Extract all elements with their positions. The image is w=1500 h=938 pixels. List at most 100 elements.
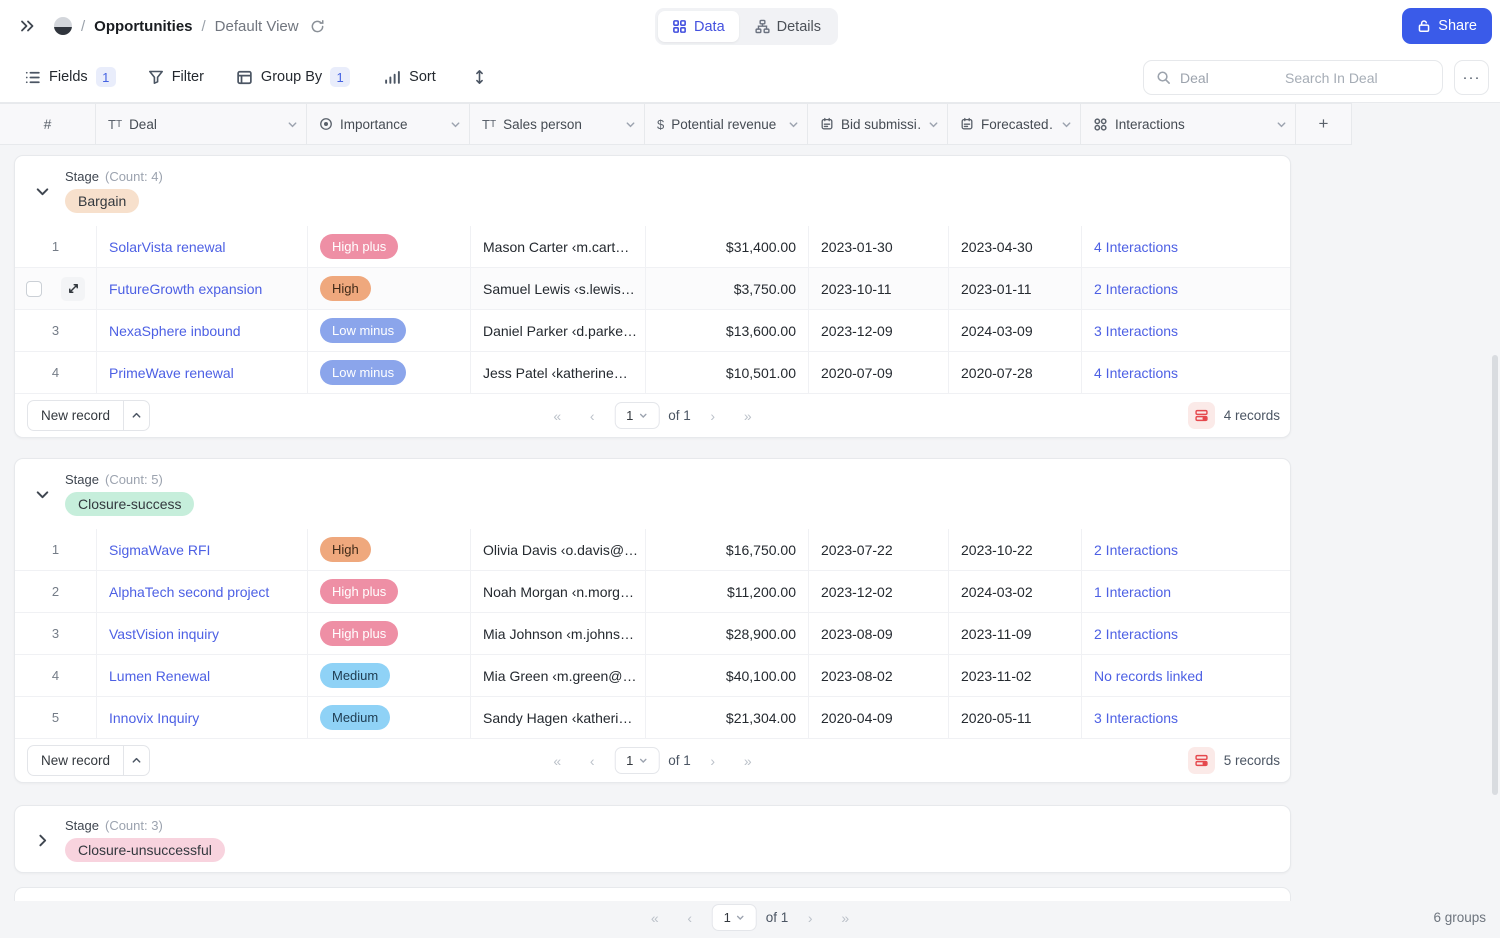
interactions-link[interactable]: 2 Interactions xyxy=(1094,281,1178,297)
share-button[interactable]: Share xyxy=(1402,8,1492,44)
interactions-link[interactable]: 1 Interaction xyxy=(1094,584,1171,600)
column-header-importance[interactable]: Importance xyxy=(307,104,470,144)
interactions-link[interactable]: No records linked xyxy=(1094,668,1203,684)
deal-link[interactable]: FutureGrowth expansion xyxy=(109,281,262,297)
breadcrumb-table[interactable]: Opportunities xyxy=(94,18,192,35)
column-header-sales-person[interactable]: TT Sales person xyxy=(470,104,645,144)
importance-badge: High plus xyxy=(320,621,398,646)
pagination-prev-button[interactable]: ‹ xyxy=(579,403,605,429)
deal-link[interactable]: SolarVista renewal xyxy=(109,239,225,255)
column-header-potential-revenue[interactable]: $ Potential revenue xyxy=(645,104,808,144)
row-height-button[interactable] xyxy=(472,69,487,85)
table-row[interactable]: 4 Lumen Renewal Medium Mia Green ‹m.gree… xyxy=(15,655,1290,697)
collapse-group-icon[interactable] xyxy=(35,487,57,502)
new-record-options-button[interactable] xyxy=(123,401,149,430)
refresh-icon[interactable] xyxy=(310,19,325,34)
expand-group-icon[interactable] xyxy=(35,833,57,848)
deal-link[interactable]: Lumen Renewal xyxy=(109,668,210,684)
row-number-header: # xyxy=(0,104,96,144)
column-header-forecasted[interactable]: Forecasted… xyxy=(948,104,1081,144)
table-row[interactable]: 4 PrimeWave renewal Low minus Jess Patel… xyxy=(15,352,1290,394)
tab-data-label: Data xyxy=(694,19,725,35)
page-select[interactable]: 1 xyxy=(614,747,659,774)
table-row[interactable]: 3 VastVision inquiry High plus Mia Johns… xyxy=(15,613,1290,655)
table-row-hovered[interactable]: FutureGrowth expansion High Samuel Lewis… xyxy=(15,268,1290,310)
vertical-scrollbar[interactable] xyxy=(1492,355,1498,795)
chevron-down-icon[interactable] xyxy=(625,119,636,130)
chevron-down-icon[interactable] xyxy=(287,119,298,130)
deal-link[interactable]: AlphaTech second project xyxy=(109,584,269,600)
sales-person-cell: Olivia Davis ‹o.davis@… xyxy=(471,529,646,570)
group-header[interactable]: Stage(Count: 3) Closure-unsuccessful xyxy=(15,806,1290,873)
new-record-button[interactable]: New record xyxy=(28,746,123,775)
table-row[interactable]: 3 NexaSphere inbound Low minus Daniel Pa… xyxy=(15,310,1290,352)
interactions-link[interactable]: 2 Interactions xyxy=(1094,542,1178,558)
pagination-next-button[interactable]: › xyxy=(700,403,726,429)
chevron-down-icon[interactable] xyxy=(788,119,799,130)
interactions-link[interactable]: 2 Interactions xyxy=(1094,626,1178,642)
fields-button[interactable]: Fields 1 xyxy=(24,67,116,87)
new-record-options-button[interactable] xyxy=(123,746,149,775)
chevron-down-icon[interactable] xyxy=(1061,119,1072,130)
search-input[interactable] xyxy=(1285,70,1466,86)
records-icon[interactable] xyxy=(1188,402,1215,429)
tab-data[interactable]: Data xyxy=(658,11,739,42)
potential-revenue-cell: $16,750.00 xyxy=(646,529,809,570)
column-header-interactions[interactable]: Interactions xyxy=(1081,104,1296,144)
expand-record-icon[interactable] xyxy=(61,277,85,301)
pagination-prev-button[interactable]: ‹ xyxy=(677,905,703,931)
deal-link[interactable]: PrimeWave renewal xyxy=(109,365,234,381)
more-options-button[interactable]: ··· xyxy=(1454,60,1489,95)
table-row[interactable]: 5 Innovix Inquiry Medium Sandy Hagen ‹ka… xyxy=(15,697,1290,739)
pagination-last-button[interactable]: » xyxy=(735,403,761,429)
deal-link[interactable]: VastVision inquiry xyxy=(109,626,219,642)
interactions-link[interactable]: 3 Interactions xyxy=(1094,323,1178,339)
table-row[interactable]: 2 AlphaTech second project High plus Noa… xyxy=(15,571,1290,613)
importance-badge: Medium xyxy=(320,705,390,730)
column-header-deal[interactable]: TT Deal xyxy=(96,104,307,144)
chevron-down-icon[interactable] xyxy=(1276,119,1287,130)
pagination-prev-button[interactable]: ‹ xyxy=(579,748,605,774)
page-select[interactable]: 1 xyxy=(614,402,659,429)
pagination-first-button[interactable]: « xyxy=(544,748,570,774)
search-field-selector[interactable]: Deal xyxy=(1180,70,1273,86)
deal-link[interactable]: NexaSphere inbound xyxy=(109,323,241,339)
add-field-button[interactable]: + xyxy=(1296,104,1352,144)
pagination-first-button[interactable]: « xyxy=(642,905,668,931)
expand-sidebar-icon[interactable] xyxy=(18,17,36,35)
pagination-next-button[interactable]: › xyxy=(700,748,726,774)
new-record-button[interactable]: New record xyxy=(28,401,123,430)
pagination-next-button[interactable]: › xyxy=(797,905,823,931)
group-value-badge: Closure-unsuccessful xyxy=(65,838,225,862)
group-pagination: « ‹ 1 of 1 › » xyxy=(544,747,761,774)
deal-link[interactable]: SigmaWave RFI xyxy=(109,542,210,558)
column-header-bid-submission[interactable]: Bid submissi… xyxy=(808,104,948,144)
table-row[interactable]: 1 SigmaWave RFI High Olivia Davis ‹o.dav… xyxy=(15,529,1290,571)
tab-details-label: Details xyxy=(777,19,821,35)
page-select[interactable]: 1 xyxy=(712,904,757,931)
breadcrumb-view[interactable]: Default View xyxy=(215,18,299,35)
collapse-group-icon[interactable] xyxy=(35,184,57,199)
interactions-link[interactable]: 4 Interactions xyxy=(1094,239,1178,255)
filter-button[interactable]: Filter xyxy=(148,69,204,85)
row-number: 3 xyxy=(15,613,97,654)
pagination-first-button[interactable]: « xyxy=(544,403,570,429)
chevron-down-icon[interactable] xyxy=(450,119,461,130)
forecasted-cell: 2023-04-30 xyxy=(949,226,1082,267)
interactions-link[interactable]: 4 Interactions xyxy=(1094,365,1178,381)
group-header[interactable]: Stage(Count: 4) Bargain xyxy=(15,156,1290,226)
deal-link[interactable]: Innovix Inquiry xyxy=(109,710,199,726)
pagination-last-button[interactable]: » xyxy=(735,748,761,774)
records-icon[interactable] xyxy=(1188,747,1215,774)
sort-label: Sort xyxy=(409,69,436,85)
row-number: 5 xyxy=(15,697,97,738)
group-header[interactable]: Stage(Count: 5) Closure-success xyxy=(15,459,1290,529)
table-row[interactable]: 1 SolarVista renewal High plus Mason Car… xyxy=(15,226,1290,268)
group-by-button[interactable]: Group By 1 xyxy=(236,67,350,87)
chevron-down-icon[interactable] xyxy=(928,119,939,130)
row-checkbox[interactable] xyxy=(26,281,42,297)
sort-button[interactable]: Sort xyxy=(384,69,436,86)
tab-details[interactable]: Details xyxy=(741,11,835,42)
pagination-last-button[interactable]: » xyxy=(832,905,858,931)
interactions-link[interactable]: 3 Interactions xyxy=(1094,710,1178,726)
